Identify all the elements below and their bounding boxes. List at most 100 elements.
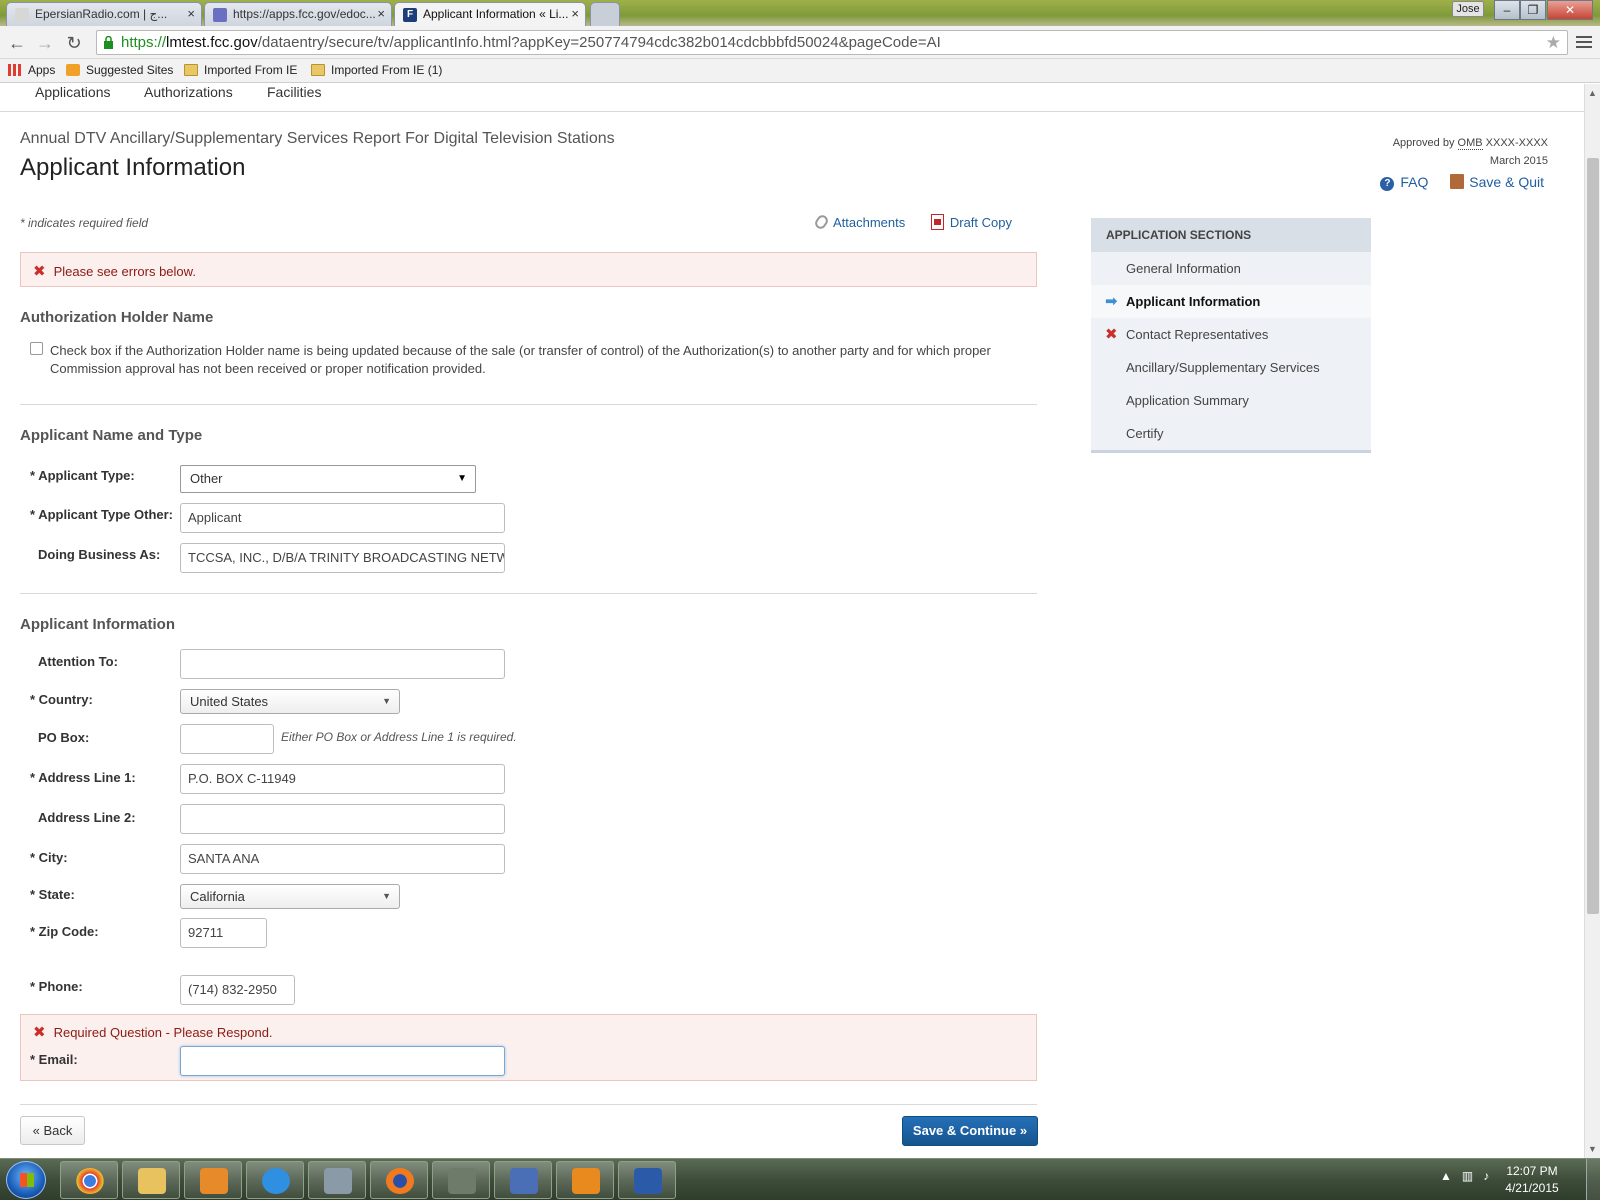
nav-facilities[interactable]: Facilities bbox=[267, 84, 321, 100]
zip-code-input[interactable]: 92711 bbox=[180, 918, 267, 948]
sidebar-item-general-information[interactable]: General Information bbox=[1091, 252, 1371, 285]
back-button[interactable]: « Back bbox=[20, 1116, 85, 1145]
folder-icon bbox=[184, 64, 198, 76]
sidebar-item-ancillary-services[interactable]: Ancillary/Supplementary Services bbox=[1091, 351, 1371, 384]
scroll-up-icon[interactable]: ▲ bbox=[1588, 88, 1597, 98]
phone-input[interactable]: (714) 832-2950 bbox=[180, 975, 295, 1005]
address-bar[interactable]: https://lmtest.fcc.gov/dataentry/secure/… bbox=[96, 30, 1568, 55]
applicant-type-select[interactable]: Other ▼ bbox=[180, 465, 476, 493]
chevron-down-icon: ▼ bbox=[382, 696, 391, 706]
po-box-hint: Either PO Box or Address Line 1 is requi… bbox=[281, 730, 517, 744]
taskbar-firefox[interactable] bbox=[370, 1161, 428, 1199]
page-favicon-icon bbox=[15, 8, 29, 22]
close-window-icon[interactable]: ✕ bbox=[1547, 0, 1593, 20]
close-tab-icon[interactable]: × bbox=[377, 6, 385, 21]
profile-button[interactable]: Jose bbox=[1452, 1, 1484, 17]
taskbar-app[interactable] bbox=[432, 1161, 490, 1199]
error-banner: ✖ Please see errors below. bbox=[20, 252, 1037, 287]
email-label: * Email: bbox=[30, 1052, 78, 1067]
taskbar-outlook[interactable] bbox=[556, 1161, 614, 1199]
sidebar-item-application-summary[interactable]: Application Summary bbox=[1091, 384, 1371, 417]
bookmark-folder[interactable]: Imported From IE (1) bbox=[311, 63, 442, 77]
page-scrollbar[interactable]: ▲ ▼ bbox=[1584, 84, 1600, 1158]
attention-to-input[interactable] bbox=[180, 649, 505, 679]
bookmark-folder[interactable]: Imported From IE bbox=[184, 63, 297, 77]
taskbar-media-player[interactable] bbox=[184, 1161, 242, 1199]
form-date: March 2015 bbox=[1489, 155, 1548, 167]
show-hidden-icons-icon[interactable]: ▲ bbox=[1440, 1169, 1452, 1183]
system-clock[interactable]: 12:07 PM 4/21/2015 bbox=[1492, 1163, 1572, 1197]
faq-link[interactable]: ? FAQ bbox=[1380, 174, 1428, 191]
save-continue-button[interactable]: Save & Continue » bbox=[902, 1116, 1038, 1146]
doing-business-as-input[interactable]: TCCSA, INC., D/B/A TRINITY BROADCASTING … bbox=[180, 543, 505, 573]
sidebar-item-contact-representatives[interactable]: ✖ Contact Representatives bbox=[1091, 318, 1371, 351]
application-sections-sidebar: APPLICATION SECTIONS General Information… bbox=[1091, 218, 1371, 453]
taskbar-ie[interactable] bbox=[246, 1161, 304, 1199]
section-divider bbox=[20, 593, 1037, 594]
sidebar-item-applicant-information[interactable]: ➡ Applicant Information bbox=[1091, 285, 1371, 318]
scroll-thumb[interactable] bbox=[1587, 158, 1599, 914]
sidebar-item-certify[interactable]: Certify bbox=[1091, 417, 1371, 450]
volume-icon[interactable]: ♪ bbox=[1483, 1169, 1489, 1183]
city-input[interactable]: SANTA ANA bbox=[180, 844, 505, 874]
monitor-app-icon bbox=[448, 1168, 476, 1194]
back-arrow-icon[interactable]: ← bbox=[6, 32, 28, 54]
po-box-input[interactable] bbox=[180, 724, 274, 754]
close-tab-icon[interactable]: × bbox=[571, 6, 579, 21]
bookmark-apps[interactable]: Apps bbox=[8, 63, 55, 77]
remote-desktop-icon bbox=[510, 1168, 538, 1194]
applicant-type-label: * Applicant Type: bbox=[30, 468, 135, 483]
forward-arrow-icon[interactable]: → bbox=[34, 32, 56, 54]
reload-icon[interactable]: ↻ bbox=[63, 32, 85, 54]
email-error-message: Required Question - Please Respond. bbox=[53, 1025, 273, 1040]
lock-icon bbox=[104, 36, 113, 49]
folder-icon bbox=[138, 1168, 166, 1194]
form-title: Annual DTV Ancillary/Supplementary Servi… bbox=[20, 130, 615, 147]
email-input[interactable] bbox=[180, 1046, 505, 1076]
taskbar-explorer[interactable] bbox=[122, 1161, 180, 1199]
minimize-icon[interactable]: – bbox=[1494, 0, 1520, 20]
chrome-icon bbox=[76, 1168, 104, 1194]
state-label: * State: bbox=[30, 887, 75, 902]
applicant-type-other-input[interactable]: Applicant bbox=[180, 503, 505, 533]
address-line-2-label: Address Line 2: bbox=[38, 810, 136, 825]
city-label: * City: bbox=[30, 850, 68, 865]
media-player-icon bbox=[200, 1168, 228, 1194]
bookmark-suggested-sites[interactable]: Suggested Sites bbox=[66, 63, 173, 77]
address-line-1-input[interactable]: P.O. BOX C-11949 bbox=[180, 764, 505, 794]
bookmarks-bar: Apps Suggested Sites Imported From IE Im… bbox=[0, 59, 1600, 83]
save-quit-link[interactable]: Save & Quit bbox=[1450, 174, 1544, 190]
show-desktop-button[interactable] bbox=[1586, 1159, 1600, 1200]
browser-tab-active[interactable]: F Applicant Information « Li... × bbox=[394, 2, 586, 26]
nav-authorizations[interactable]: Authorizations bbox=[144, 84, 233, 100]
restore-icon[interactable]: ❐ bbox=[1520, 0, 1546, 20]
taskbar-remote-desktop[interactable] bbox=[494, 1161, 552, 1199]
clock-date: 4/21/2015 bbox=[1505, 1181, 1559, 1195]
network-icon[interactable]: ▥ bbox=[1462, 1169, 1473, 1183]
scroll-down-icon[interactable]: ▼ bbox=[1588, 1144, 1597, 1154]
start-button[interactable] bbox=[6, 1161, 46, 1199]
attachments-link[interactable]: Attachments bbox=[812, 213, 905, 231]
top-navigation: Applications Authorizations Facilities bbox=[0, 84, 1584, 112]
bookmark-star-icon[interactable]: ★ bbox=[1546, 31, 1561, 54]
browser-tab[interactable]: EpersianRadio.com | ج... × bbox=[6, 2, 202, 26]
close-tab-icon[interactable]: × bbox=[187, 6, 195, 21]
po-box-label: PO Box: bbox=[38, 730, 90, 745]
taskbar-chrome[interactable] bbox=[60, 1161, 118, 1199]
windows-taskbar: ▲ ▥ ♪ 12:07 PM 4/21/2015 bbox=[0, 1158, 1600, 1200]
tab-title: EpersianRadio.com | ج... bbox=[35, 7, 168, 21]
new-tab-button[interactable] bbox=[590, 2, 620, 26]
state-select[interactable]: California ▼ bbox=[180, 884, 400, 909]
country-select[interactable]: United States ▼ bbox=[180, 689, 400, 714]
omb-approval: Approved by OMB XXXX-XXXX March 2015 bbox=[1393, 134, 1548, 170]
draft-copy-link[interactable]: Draft Copy bbox=[930, 214, 1012, 230]
browser-tab[interactable]: https://apps.fcc.gov/edoc... × bbox=[204, 2, 392, 26]
authorization-holder-checkbox[interactable] bbox=[30, 342, 43, 355]
url-scheme: https:// bbox=[121, 34, 167, 51]
nav-applications[interactable]: Applications bbox=[35, 84, 111, 100]
taskbar-word[interactable] bbox=[618, 1161, 676, 1199]
taskbar-app[interactable] bbox=[308, 1161, 366, 1199]
paperclip-icon bbox=[812, 213, 830, 231]
address-line-2-input[interactable] bbox=[180, 804, 505, 834]
browser-menu-icon[interactable] bbox=[1576, 33, 1592, 51]
